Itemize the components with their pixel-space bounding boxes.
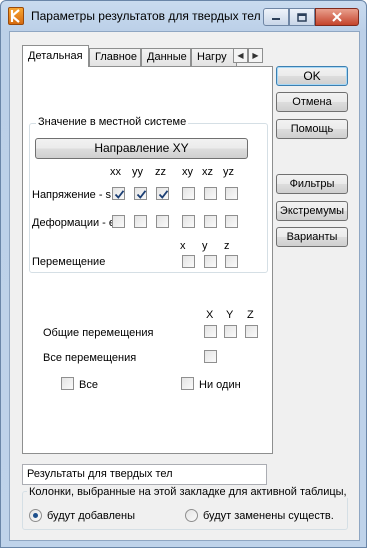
stress-label: Напряжение - s (32, 189, 112, 201)
disp-z-checkbox[interactable] (225, 255, 238, 268)
columns-mode-caption: Колонки, выбранные на этой закладке для … (27, 486, 349, 498)
tab-scroll-left-icon[interactable]: ◀ (233, 48, 248, 63)
cancel-button[interactable]: Отмена (276, 92, 348, 112)
strain-xz-checkbox[interactable] (204, 215, 217, 228)
total-disp-y-checkbox[interactable] (224, 325, 237, 338)
disp-col-header-y: y (202, 240, 208, 252)
checkmark-icon (136, 190, 147, 199)
help-button[interactable]: Помощь (276, 119, 348, 139)
strain-yz-checkbox[interactable] (225, 215, 238, 228)
global-col-header-y: Y (226, 309, 234, 321)
maximize-button[interactable] (289, 8, 315, 26)
disp-col-header-z: z (224, 240, 230, 252)
disp-col-header-x: x (180, 240, 186, 252)
add-columns-radio[interactable] (29, 509, 42, 522)
stress-yz-checkbox[interactable] (225, 187, 238, 200)
col-header-xx: xx (110, 166, 121, 178)
strain-zz-checkbox[interactable] (156, 215, 169, 228)
tab-detailed[interactable]: Детальная (22, 45, 89, 67)
stress-xz-checkbox[interactable] (204, 187, 217, 200)
radio-dot (33, 513, 38, 518)
tab-data[interactable]: Данные (141, 48, 191, 66)
minimize-button[interactable] (263, 8, 289, 26)
tab-main[interactable]: Главное (89, 48, 141, 66)
global-col-header-x: X (206, 309, 214, 321)
col-header-yy: yy (132, 166, 143, 178)
col-header-xy: xy (182, 166, 193, 178)
stress-xy-checkbox[interactable] (182, 187, 195, 200)
total-disp-z-checkbox[interactable] (245, 325, 258, 338)
total-disp-x-checkbox[interactable] (204, 325, 217, 338)
ok-button[interactable]: OK (276, 66, 348, 86)
columns-mode-group: Колонки, выбранные на этой закладке для … (22, 486, 349, 530)
disp-x-checkbox[interactable] (182, 255, 195, 268)
add-columns-label: будут добавлены (47, 510, 136, 522)
global-col-header-z: Z (247, 309, 254, 321)
stress-zz-checkbox[interactable] (156, 187, 169, 200)
variants-button[interactable]: Варианты (276, 227, 348, 247)
app-logo-icon (8, 7, 24, 25)
dialog-window: Параметры результатов для твердых тел Де… (0, 0, 367, 548)
total-displacement-label: Общие перемещения (43, 327, 154, 339)
select-all-checkbox[interactable] (61, 377, 74, 390)
local-system-caption: Значение в местной системе (36, 116, 189, 128)
col-header-xz: xz (202, 166, 213, 178)
select-none-label: Ни один (199, 379, 241, 391)
local-system-group: Значение в местной системе Направление X… (29, 116, 268, 273)
maximize-icon (297, 12, 307, 22)
replace-columns-label: будут заменены существ. (203, 510, 334, 522)
strain-xx-checkbox[interactable] (112, 215, 125, 228)
col-header-yz: yz (223, 166, 234, 178)
direction-xy-button[interactable]: Направление XY (35, 138, 248, 159)
strain-label: Деформации - e (32, 217, 116, 229)
title-bar[interactable]: Параметры результатов для твердых тел (1, 1, 366, 31)
select-none-checkbox[interactable] (181, 377, 194, 390)
tab-scroll-right-icon[interactable]: ▶ (248, 48, 263, 63)
stress-yy-checkbox[interactable] (134, 187, 147, 200)
checkmark-icon (114, 190, 125, 199)
strain-yy-checkbox[interactable] (134, 215, 147, 228)
table-name-field[interactable]: Результаты для твердых тел (22, 464, 267, 485)
replace-columns-radio[interactable] (185, 509, 198, 522)
close-icon (332, 12, 342, 22)
tab-page-detailed: Значение в местной системе Направление X… (22, 66, 273, 454)
tab-loads[interactable]: Нагру (191, 48, 237, 66)
window-title: Параметры результатов для твердых тел (31, 9, 261, 23)
stress-xx-checkbox[interactable] (112, 187, 125, 200)
displacement-label: Перемещение (32, 256, 106, 268)
dialog-client: Детальная Главное Данные Нагру ◀ ▶ Значе… (9, 31, 360, 541)
disp-y-checkbox[interactable] (204, 255, 217, 268)
filters-button[interactable]: Фильтры (276, 174, 348, 194)
close-button[interactable] (315, 8, 359, 26)
col-header-zz: zz (155, 166, 166, 178)
checkmark-icon (158, 190, 169, 199)
minimize-icon (272, 18, 280, 20)
strain-xy-checkbox[interactable] (182, 215, 195, 228)
all-displacements-label: Все перемещения (43, 352, 137, 364)
extremes-button[interactable]: Экстремумы (276, 201, 348, 221)
all-disp-checkbox[interactable] (204, 350, 217, 363)
select-all-label: Все (79, 379, 98, 391)
